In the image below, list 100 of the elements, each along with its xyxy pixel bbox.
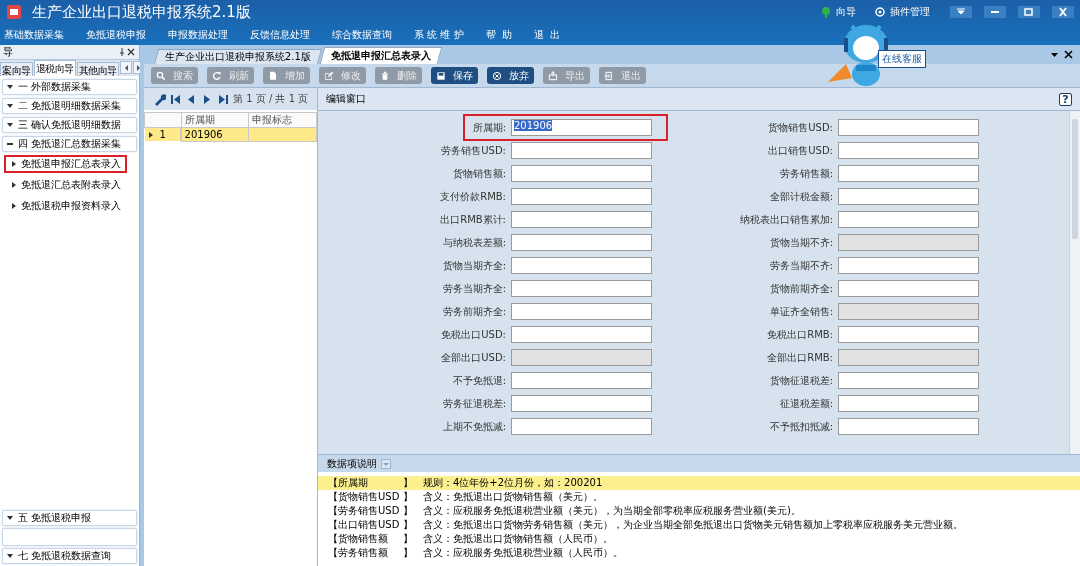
- minimize-button[interactable]: [984, 6, 1006, 18]
- field-label: 货物当期不齐:: [769, 235, 833, 250]
- menu-item[interactable]: 反馈信息处理: [250, 27, 310, 42]
- window-title: 生产企业出口退税申报系统2.1版: [32, 2, 252, 22]
- last-page-button[interactable]: [217, 92, 230, 106]
- input-field[interactable]: [838, 142, 979, 159]
- input-field[interactable]: [838, 188, 979, 205]
- field-label: 劳务当期齐全:: [442, 281, 506, 296]
- description-row[interactable]: 【出口销售USD 】 含义：免抵退出口货物劳务销售额（美元），为企业当期全部免抵退出口货物美元销售额加上零税率应税服务美元营业额。: [318, 518, 1080, 532]
- input-field[interactable]: [838, 395, 979, 412]
- input-field[interactable]: [511, 395, 652, 412]
- caret-icon: [11, 181, 17, 189]
- description-row[interactable]: 【劳务销售额 】 含义：应税服务免抵退税营业额（人民币）。: [318, 546, 1080, 560]
- row-pointer-icon: [147, 130, 154, 139]
- close-icon: [1057, 6, 1069, 18]
- expanded-caret-icon: [6, 102, 14, 110]
- close-button[interactable]: [1052, 6, 1074, 18]
- tree-group[interactable]: 三 确认免抵退明细数据: [2, 117, 137, 133]
- menu-item[interactable]: 申报数据处理: [168, 27, 228, 42]
- field-label: 纳税表出口销售累加:: [739, 212, 833, 227]
- input-field[interactable]: [838, 257, 979, 274]
- input-field[interactable]: [838, 280, 979, 297]
- column-header[interactable]: 所属期: [181, 112, 249, 128]
- input-field[interactable]: [511, 418, 652, 435]
- input-field[interactable]: [511, 326, 652, 343]
- input-field[interactable]: [511, 372, 652, 389]
- restore-button[interactable]: [1018, 6, 1040, 18]
- description-row[interactable]: 【劳务销售USD 】 含义：应税服务免抵退税营业额（美元），为当期全部零税率应税服务营业额(美元)。: [318, 504, 1080, 518]
- close-icon: [1063, 49, 1074, 60]
- tree-group[interactable]: 一 外部数据采集: [2, 79, 137, 95]
- tree-item[interactable]: 免抵退汇总表附表录入: [4, 176, 127, 194]
- tree-item[interactable]: 免抵退申报汇总表录入: [4, 155, 127, 173]
- last-page-icon: [217, 92, 230, 106]
- menu-item[interactable]: 综合数据查询: [332, 27, 392, 42]
- input-field[interactable]: [511, 211, 652, 228]
- online-service-label[interactable]: 在线客服: [878, 50, 926, 68]
- menu-item[interactable]: 基础数据采集: [4, 27, 64, 42]
- first-page-icon: [169, 92, 182, 106]
- tree-group[interactable]: 四 免抵退汇总数据采集: [2, 136, 137, 152]
- panel-title: 数据项说明: [327, 456, 377, 471]
- table-row[interactable]: 1 201906: [144, 127, 317, 142]
- tree-group[interactable]: 五 免抵退税申报: [2, 510, 137, 526]
- field-label: 出口销售USD:: [768, 143, 833, 158]
- tree-group[interactable]: 二 免抵退明细数据采集: [2, 98, 137, 114]
- field-label: 免税出口RMB:: [767, 327, 833, 342]
- input-field[interactable]: [511, 303, 652, 320]
- input-field[interactable]: [838, 119, 979, 136]
- input-field[interactable]: [511, 257, 652, 274]
- minimize-down-button[interactable]: [950, 6, 972, 18]
- cancel-button[interactable]: 放弃: [487, 67, 534, 84]
- field-label: 免税出口USD:: [441, 327, 506, 342]
- plugin-link[interactable]: 插件管理: [874, 5, 930, 19]
- input-field[interactable]: [511, 234, 652, 251]
- description-row[interactable]: 【货物销售额 】 含义：免抵退出口货物销售额（人民币）。: [318, 532, 1080, 546]
- menu-item[interactable]: 免抵退税申报: [86, 27, 146, 42]
- input-field[interactable]: [838, 372, 979, 389]
- field-label: 劳务前期齐全:: [442, 304, 506, 319]
- panel-title: 导: [3, 45, 14, 59]
- tree-group[interactable]: [2, 528, 137, 546]
- menu-item[interactable]: 帮 助: [485, 27, 512, 42]
- input-field[interactable]: [511, 188, 652, 205]
- field-label: 支付价款RMB:: [440, 189, 506, 204]
- input-field[interactable]: 201906: [511, 119, 652, 136]
- table-cell: 201906: [184, 129, 223, 140]
- tree-group[interactable]: 七 免抵退税数据查询: [2, 548, 137, 564]
- description-row[interactable]: 【所属期 】 规则：4位年份+2位月份，如：200201: [318, 476, 1080, 490]
- field-label: 劳务销售额:: [779, 166, 833, 181]
- field-label: 全部出口RMB:: [767, 350, 833, 365]
- guide-link[interactable]: 向导: [820, 5, 856, 19]
- input-field[interactable]: [838, 211, 979, 228]
- field-label: 与纳税表差额:: [442, 235, 506, 250]
- document-tab[interactable]: 生产企业出口退税申报系统2.1版: [154, 49, 322, 64]
- navigator-tab[interactable]: 案向导: [0, 62, 33, 76]
- input-field[interactable]: [511, 142, 652, 159]
- scrollbar[interactable]: [1069, 111, 1080, 454]
- tree-item[interactable]: 免抵退税申报资料录入: [4, 197, 127, 215]
- first-page-button[interactable]: [169, 92, 182, 106]
- menu-item[interactable]: 退 出: [533, 27, 561, 42]
- field-label: 货物销售额:: [452, 166, 506, 181]
- help-button[interactable]: ?: [1059, 92, 1072, 106]
- settings-icon: [874, 6, 886, 18]
- input-field[interactable]: [838, 165, 979, 182]
- panel-title: 编辑窗口: [326, 92, 366, 106]
- menu-item[interactable]: 系 统 维 护: [414, 27, 464, 42]
- document-tab[interactable]: 免抵退申报汇总表录入: [319, 47, 443, 64]
- field-label: 货物征退税差:: [769, 373, 833, 388]
- field-label: 全部计税金额:: [769, 189, 833, 204]
- navigator-tab[interactable]: 退税向导: [33, 60, 76, 76]
- save-button[interactable]: 保存: [431, 67, 478, 84]
- input-field[interactable]: [511, 165, 652, 182]
- input-field[interactable]: [838, 418, 979, 435]
- input-field[interactable]: [511, 280, 652, 297]
- field-label: 出口RMB累计:: [440, 212, 506, 227]
- caret-icon: [6, 514, 14, 522]
- column-header[interactable]: 申报标志: [248, 112, 317, 128]
- navigator-tab[interactable]: 其他向导: [76, 62, 119, 76]
- field-label: 全部出口USD:: [441, 350, 506, 365]
- field-label: 劳务当期不齐:: [769, 258, 833, 273]
- input-field[interactable]: [838, 326, 979, 343]
- description-row[interactable]: 【货物销售USD 】 含义：免抵退出口货物销售额（美元）。: [318, 490, 1080, 504]
